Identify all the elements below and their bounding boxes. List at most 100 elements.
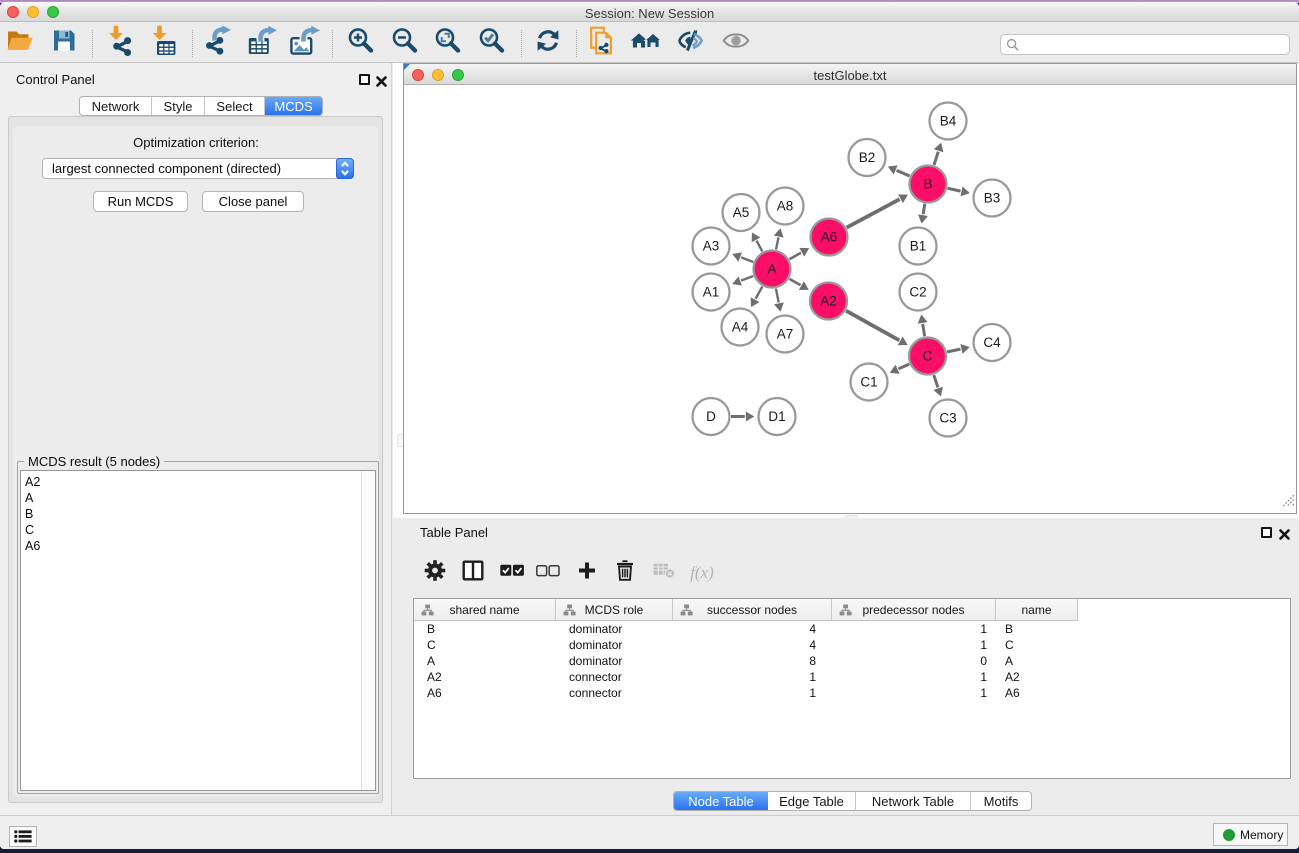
table-row[interactable]: Cdominator41C xyxy=(414,637,1290,653)
table-row[interactable]: Bdominator41B xyxy=(414,621,1290,637)
hide-selected-icon[interactable] xyxy=(677,30,703,57)
table-cell: dominator xyxy=(556,653,673,669)
table-cell: A6 xyxy=(996,685,1078,701)
new-network-from-selection-icon[interactable] xyxy=(590,27,616,60)
table-cell: 0 xyxy=(832,653,996,669)
column-visibility-icon[interactable] xyxy=(463,561,484,586)
export-network-icon[interactable] xyxy=(206,25,232,61)
edge-C-C3[interactable] xyxy=(934,375,938,387)
tab-edge-table[interactable]: Edge Table xyxy=(768,792,856,810)
optimization-criterion-label: Optimization criterion: xyxy=(0,135,392,150)
window-titlebar: Session: New Session xyxy=(0,2,1299,22)
mcds-result-list[interactable]: A2ABCA6 xyxy=(20,470,376,791)
mcds-result-items: A2ABCA6 xyxy=(25,474,40,554)
edge-arrowhead xyxy=(774,228,784,237)
graph-node-label-A1: A1 xyxy=(703,285,720,300)
network-canvas[interactable]: AA1A2A3A4A5A6A7A8BB1B2B3B4CC1C2C3C4DD1 xyxy=(404,86,1296,513)
criterion-value: largest connected component (directed) xyxy=(52,161,281,176)
edge-C-C4[interactable] xyxy=(947,349,960,352)
edge-B-B2[interactable] xyxy=(897,170,910,176)
edge-A-A2[interactable] xyxy=(789,279,800,285)
edge-B-B1[interactable] xyxy=(923,204,925,214)
table-float-panel-icon[interactable] xyxy=(1261,527,1272,538)
tab-mcds[interactable]: MCDS xyxy=(265,97,322,115)
edge-A-A4[interactable] xyxy=(756,287,763,299)
tab-network-table[interactable]: Network Table xyxy=(856,792,971,810)
column-header-predecessor-nodes[interactable]: predecessor nodes xyxy=(832,599,996,621)
import-network-icon[interactable] xyxy=(106,25,134,62)
table-row[interactable]: A2connector11A2 xyxy=(414,669,1290,685)
column-header-shared-name[interactable]: shared name xyxy=(414,599,556,621)
zoom-in-icon[interactable] xyxy=(348,28,374,59)
tab-network[interactable]: Network xyxy=(80,97,152,115)
tab-style[interactable]: Style xyxy=(152,97,205,115)
zoom-selected-icon[interactable] xyxy=(479,28,505,59)
tab-node-table[interactable]: Node Table xyxy=(674,792,768,810)
mcds-result-item[interactable]: A2 xyxy=(25,474,40,490)
first-neighbors-icon[interactable] xyxy=(631,33,662,53)
task-history-button[interactable] xyxy=(9,826,37,847)
tab-motifs[interactable]: Motifs xyxy=(971,792,1031,810)
zoom-fit-icon[interactable] xyxy=(435,28,461,59)
run-mcds-button[interactable]: Run MCDS xyxy=(93,191,188,212)
toolbar-separator xyxy=(92,30,93,57)
import-table-icon[interactable] xyxy=(150,25,178,62)
show-all-icon[interactable] xyxy=(723,34,750,53)
zoom-out-icon[interactable] xyxy=(392,28,418,59)
export-image-icon[interactable] xyxy=(290,25,320,61)
edge-A6-B[interactable] xyxy=(847,199,900,227)
mcds-result-item[interactable]: A6 xyxy=(25,538,40,554)
column-header-mcds-role[interactable]: MCDS role xyxy=(556,599,673,621)
result-list-scrollbar[interactable] xyxy=(361,471,375,790)
search-input[interactable] xyxy=(1023,36,1283,53)
table-cell: C xyxy=(414,637,556,653)
table-close-panel-icon[interactable] xyxy=(1279,527,1290,538)
edge-C-C2[interactable] xyxy=(923,324,925,336)
edge-A-A5[interactable] xyxy=(756,241,762,252)
table-row[interactable]: Adominator80A xyxy=(414,653,1290,669)
open-file-icon[interactable] xyxy=(7,29,34,58)
edge-A2-C[interactable] xyxy=(846,311,899,341)
close-panel-button[interactable]: Close panel xyxy=(202,191,304,212)
edge-A-A8[interactable] xyxy=(776,238,778,250)
add-column-icon[interactable] xyxy=(578,562,596,585)
save-session-icon[interactable] xyxy=(53,29,76,57)
float-panel-icon[interactable] xyxy=(359,74,370,85)
delete-table-icon[interactable] xyxy=(653,563,675,584)
network-window-titlebar: testGlobe.txt xyxy=(404,64,1296,85)
graph-node-label-C2: C2 xyxy=(909,285,926,300)
export-table-icon[interactable] xyxy=(247,25,277,61)
edge-arrowhead xyxy=(799,248,809,257)
function-builder-icon[interactable]: f(x) xyxy=(690,563,714,583)
close-panel-icon[interactable] xyxy=(376,74,387,85)
edge-A-A3[interactable] xyxy=(741,257,753,262)
edge-A-A6[interactable] xyxy=(789,253,800,259)
apply-layout-icon[interactable] xyxy=(536,29,560,58)
tab-select[interactable]: Select xyxy=(205,97,265,115)
edge-C-C1[interactable] xyxy=(898,364,909,369)
mcds-result-item[interactable]: A xyxy=(25,490,40,506)
column-header-successor-nodes[interactable]: successor nodes xyxy=(673,599,832,621)
graph-node-label-A7: A7 xyxy=(777,327,794,342)
window-resize-grip-icon[interactable] xyxy=(1282,494,1295,512)
table-cell: 1 xyxy=(832,669,996,685)
deselect-all-icon[interactable] xyxy=(536,564,560,582)
memory-button[interactable]: Memory xyxy=(1213,823,1288,846)
table-row[interactable]: A6connector11A6 xyxy=(414,685,1290,701)
select-all-icon[interactable] xyxy=(500,564,525,582)
edge-B-B4[interactable] xyxy=(934,152,938,165)
edge-B-B3[interactable] xyxy=(948,188,961,191)
column-header-name[interactable]: name xyxy=(996,599,1078,621)
mcds-result-item[interactable]: B xyxy=(25,506,40,522)
edge-arrowhead xyxy=(898,336,908,345)
search-field[interactable] xyxy=(1000,34,1290,55)
mcds-result-item[interactable]: C xyxy=(25,522,40,538)
criterion-dropdown[interactable]: largest connected component (directed) xyxy=(42,158,354,179)
node-table: shared nameMCDS rolesuccessor nodesprede… xyxy=(413,598,1291,779)
table-settings-icon[interactable] xyxy=(425,560,446,586)
graph-node-label-C: C xyxy=(923,349,933,364)
edge-A-A7[interactable] xyxy=(776,289,779,303)
application-window: Session: New Session Control Panel xyxy=(0,2,1299,849)
edge-A-A1[interactable] xyxy=(741,276,753,281)
delete-column-icon[interactable] xyxy=(616,560,634,586)
